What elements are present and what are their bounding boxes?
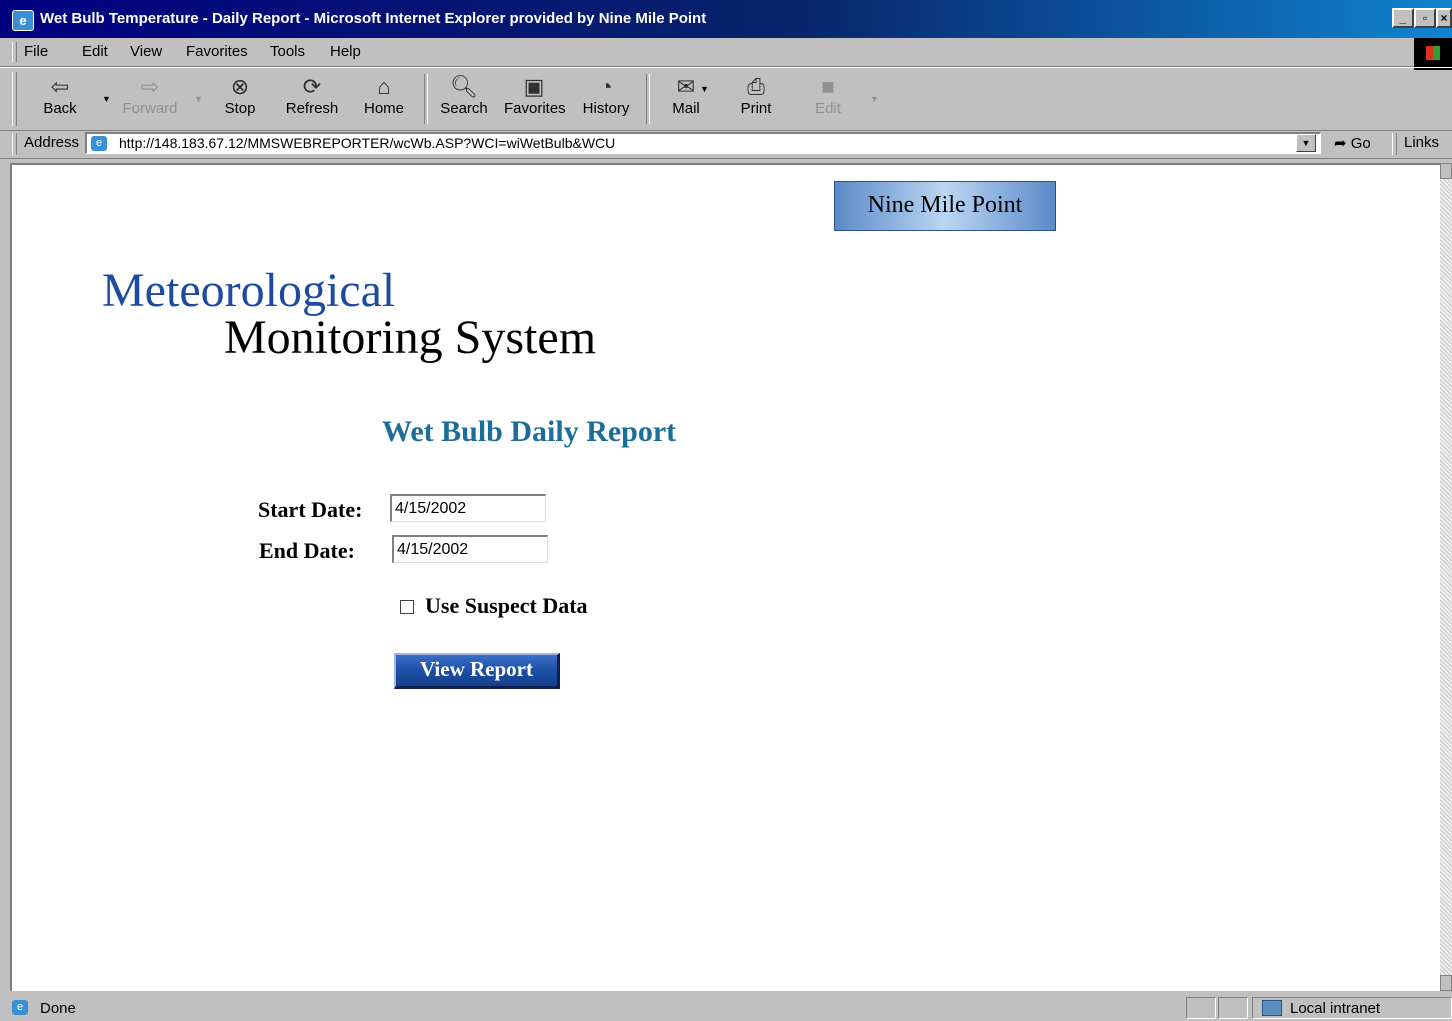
maximize-button[interactable]: ▫ — [1414, 8, 1436, 28]
window-title-bar[interactable]: e Wet Bulb Temperature - Daily Report - … — [0, 0, 1452, 38]
scroll-up-arrow[interactable] — [1440, 163, 1452, 179]
forward-arrow-icon: ⇨ — [140, 74, 160, 99]
search-icon: 🔍︎ — [450, 74, 478, 99]
local-intranet-icon — [1262, 1000, 1282, 1016]
favorites-label: Favorites — [504, 100, 566, 117]
end-date-input[interactable] — [392, 535, 548, 563]
history-clock-icon: ◔ — [599, 74, 613, 99]
use-suspect-data-checkbox[interactable] — [400, 600, 414, 614]
toolbar-grip[interactable] — [12, 72, 17, 126]
stop-icon: ⊗ — [230, 74, 250, 99]
go-label: Go — [1350, 135, 1371, 152]
menu-file[interactable]: File — [24, 43, 48, 60]
minimize-button[interactable]: _ — [1392, 8, 1414, 28]
printer-icon: ⎙ — [747, 74, 765, 99]
links-button[interactable]: Links — [1404, 134, 1439, 151]
search-button[interactable]: 🔍︎ Search — [434, 74, 494, 117]
start-date-input[interactable] — [390, 494, 546, 522]
address-dropdown-icon[interactable]: ▼ — [1296, 134, 1316, 152]
back-button[interactable]: ⇦ Back — [30, 74, 90, 117]
page-done-icon: e — [12, 1000, 28, 1015]
status-bar: e Done Local intranet — [0, 995, 1452, 1021]
forward-dropdown-icon[interactable]: ▼ — [194, 94, 203, 104]
home-icon: ⌂ — [377, 74, 391, 99]
logo-line-monitoring-system: Monitoring System — [224, 311, 597, 364]
favorites-button[interactable]: ▣ Favorites — [504, 74, 566, 117]
stop-button[interactable]: ⊗ Stop — [210, 74, 270, 117]
scroll-down-arrow[interactable] — [1440, 975, 1452, 991]
history-label: History — [582, 100, 630, 117]
close-button[interactable]: × — [1436, 8, 1452, 28]
mail-dropdown-icon[interactable]: ▼ — [700, 84, 709, 94]
menu-help[interactable]: Help — [330, 43, 361, 60]
address-grip[interactable] — [12, 133, 17, 155]
menu-edit[interactable]: Edit — [82, 43, 108, 60]
favorites-folder-icon: ▣ — [523, 74, 545, 99]
go-button[interactable]: ➦ Go — [1334, 134, 1371, 152]
menu-bar: File Edit View Favorites Tools Help — [0, 38, 1452, 67]
forward-button[interactable]: ⇨ Forward — [120, 74, 180, 117]
view-report-button[interactable]: View Report — [394, 653, 560, 689]
print-label: Print — [740, 100, 772, 117]
standard-toolbar: ⇦ Back ▼ ⇨ Forward ▼ ⊗ Stop ⟳ Refresh ⌂ … — [0, 67, 1452, 131]
page-icon: e — [91, 136, 107, 151]
forward-label: Forward — [122, 100, 178, 117]
nine-mile-point-button[interactable]: Nine Mile Point — [834, 181, 1056, 231]
toolbar-separator — [646, 74, 650, 124]
menu-grip[interactable] — [12, 42, 17, 62]
history-button[interactable]: ◔ History — [576, 74, 636, 117]
back-dropdown-icon[interactable]: ▼ — [102, 94, 111, 104]
menu-view[interactable]: View — [130, 43, 162, 60]
start-date-label: Start Date: — [258, 497, 363, 522]
search-label: Search — [440, 100, 488, 117]
mail-label: Mail — [672, 100, 700, 117]
window-title: Wet Bulb Temperature - Daily Report - Mi… — [40, 10, 707, 27]
go-arrow-icon: ➦ — [1334, 135, 1347, 152]
links-separator — [1392, 133, 1397, 155]
security-zone-text: Local intranet — [1290, 1000, 1381, 1017]
home-button[interactable]: ⌂ Home — [354, 74, 414, 117]
address-bar: Address e http://148.183.67.12/MMSWEBREP… — [0, 130, 1452, 159]
status-pane — [1218, 997, 1248, 1019]
status-pane — [1186, 997, 1216, 1019]
home-label: Home — [363, 100, 404, 117]
mail-button[interactable]: ✉ Mail — [656, 74, 716, 117]
report-title: Wet Bulb Daily Report — [382, 415, 677, 448]
windows-logo-icon — [1414, 38, 1452, 70]
refresh-icon: ⟳ — [302, 74, 322, 99]
print-button[interactable]: ⎙ Print — [726, 74, 786, 117]
page-viewport: Nine Mile Point Meteorological Monitorin… — [10, 163, 1440, 991]
back-label: Back — [43, 100, 77, 117]
edit-button[interactable]: ■ Edit — [798, 74, 858, 117]
end-date-label: End Date: — [259, 538, 355, 563]
refresh-label: Refresh — [285, 100, 339, 117]
refresh-button[interactable]: ⟳ Refresh — [282, 74, 342, 117]
use-suspect-data-label: Use Suspect Data — [425, 593, 588, 618]
menu-favorites[interactable]: Favorites — [186, 43, 248, 60]
address-label: Address — [24, 134, 80, 151]
address-url: http://148.183.67.12/MMSWEBREPORTER/wcWb… — [119, 135, 616, 151]
back-arrow-icon: ⇦ — [50, 74, 70, 99]
menu-tools[interactable]: Tools — [270, 43, 305, 60]
edit-dropdown-icon[interactable]: ▼ — [870, 94, 879, 104]
status-text: Done — [40, 1000, 76, 1017]
edit-icon: ■ — [821, 74, 835, 99]
edit-label: Edit — [815, 100, 841, 117]
stop-label: Stop — [224, 100, 256, 117]
toolbar-separator — [424, 74, 428, 124]
ie-logo-icon: e — [12, 10, 34, 31]
vertical-scrollbar[interactable] — [1440, 163, 1452, 991]
address-input[interactable]: e http://148.183.67.12/MMSWEBREPORTER/wc… — [85, 132, 1321, 154]
